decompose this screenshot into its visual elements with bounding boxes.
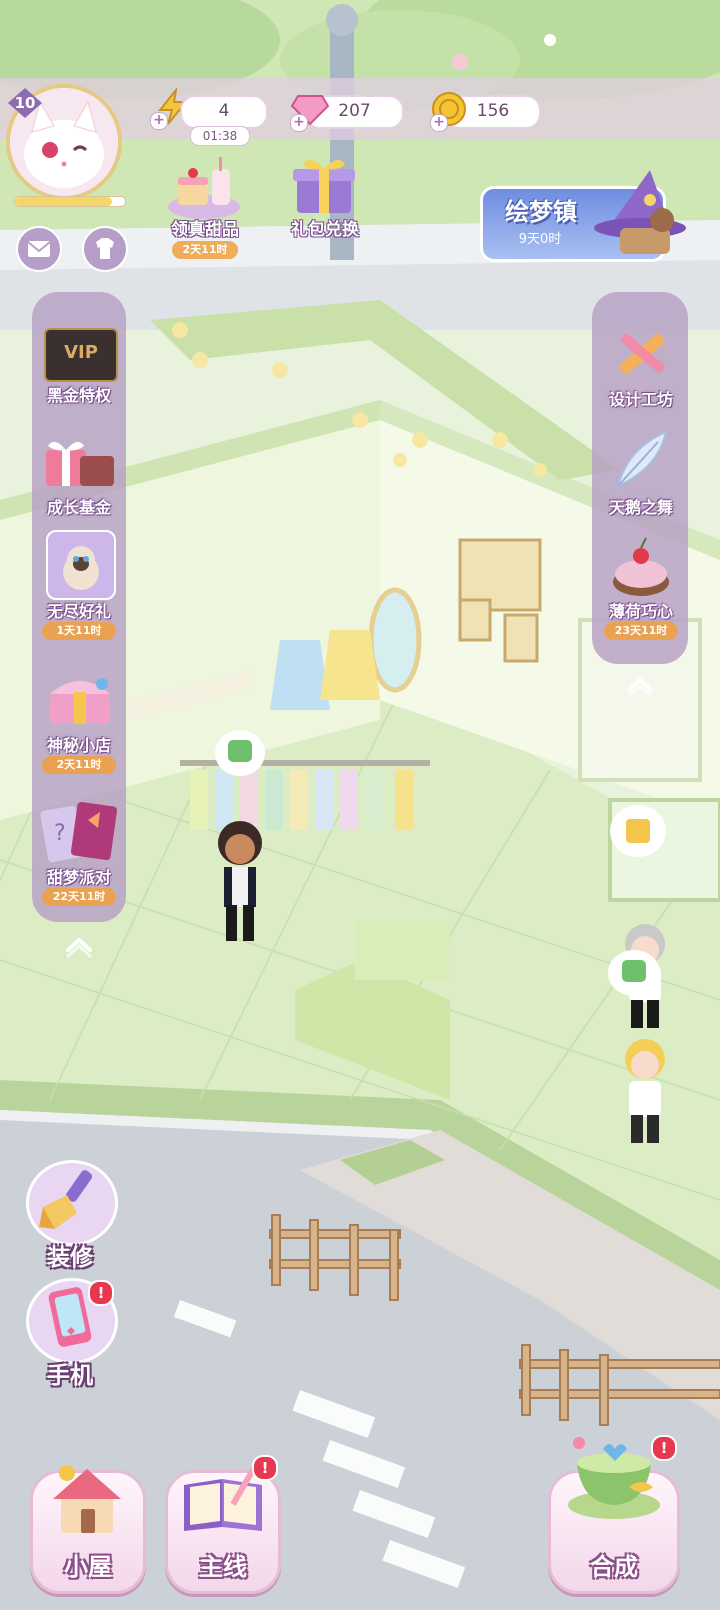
phone-button[interactable]: ! 手机 — [20, 1278, 120, 1390]
design-workshop-button[interactable]: 设计工坊 — [596, 318, 686, 414]
mail-icon — [27, 241, 51, 257]
chevron-up-icon-right — [627, 677, 653, 698]
decorate-label: 装修 — [47, 1245, 93, 1271]
design-workshop-label: 设计工坊 — [608, 390, 673, 409]
chevron-up-icon — [66, 937, 92, 958]
feather-icon — [608, 428, 674, 492]
merge-notification-badge: ! — [651, 1435, 677, 1461]
main-story-label: 主线 — [199, 1553, 247, 1581]
thought-bubble-dessert — [610, 805, 666, 857]
gem-plus-button[interactable]: + — [290, 114, 308, 132]
party-cards-icon: ? — [40, 798, 120, 864]
experience-bar — [14, 196, 126, 207]
customer-character-player[interactable] — [210, 815, 270, 945]
main-story-button[interactable]: ! 主线 — [165, 1455, 281, 1594]
experience-fill — [15, 197, 112, 206]
thought-bubble-shirt — [215, 730, 265, 776]
sweet-dream-party-label: 甜梦派对 — [46, 868, 111, 887]
merge-label: 合成 — [590, 1553, 638, 1581]
house-icon — [47, 1459, 127, 1539]
endless-gift-timer: 1天11时 — [42, 622, 116, 640]
sweet-dream-party-button[interactable]: ? 甜梦派对 22天11时 — [34, 796, 124, 912]
main-story-notification-badge: ! — [252, 1455, 278, 1481]
gift-boxes-icon — [40, 432, 120, 492]
black-gold-privilege-label: 黑金特权 — [46, 386, 111, 405]
endless-gift-button[interactable]: 无尽好礼 1天11时 — [34, 528, 124, 644]
dessert-event-button[interactable]: 领真甜品 2天11时 — [150, 145, 260, 265]
right-panel-collapse-button[interactable] — [623, 670, 657, 700]
vip-card-icon: VIP — [44, 328, 118, 382]
phone-notification-badge: ! — [88, 1280, 114, 1306]
dream-town-timer: 9天0时 — [518, 232, 562, 247]
vip-text: VIP — [64, 342, 98, 363]
wardrobe-button[interactable] — [82, 226, 128, 272]
gift-exchange-label: 礼包兑换 — [291, 220, 359, 240]
energy-value: 4 — [218, 101, 230, 121]
endless-gift-label: 无尽好礼 — [46, 602, 111, 621]
thought-bubble-shirt-2 — [608, 950, 660, 996]
phone-label: 手机 — [47, 1363, 93, 1389]
growth-fund-button[interactable]: 成长基金 — [34, 428, 124, 518]
left-panel-collapse-button[interactable] — [62, 930, 96, 960]
shirt-icon — [96, 238, 114, 259]
house-button[interactable]: 小屋 — [30, 1465, 146, 1594]
siamese-cat-icon — [46, 530, 116, 600]
merge-button[interactable]: ! 合成 — [548, 1435, 680, 1594]
paint-brush-icon — [39, 1170, 93, 1229]
gift-box-icon — [289, 153, 359, 215]
coin-plus-button[interactable]: + — [430, 114, 448, 132]
dessert-event-timer: 2天11时 — [172, 241, 238, 259]
decorate-icon-bg — [26, 1160, 118, 1246]
mystery-shop-label: 神秘小店 — [46, 736, 111, 755]
sweet-dream-party-timer: 22天11时 — [42, 888, 116, 906]
swan-dance-button[interactable]: 天鹅之舞 — [596, 424, 686, 520]
dessert-event-label: 领真甜品 — [171, 220, 239, 240]
black-gold-privilege-button[interactable]: VIP 黑金特权 — [34, 320, 124, 410]
energy-timer: 01:38 — [190, 126, 250, 146]
player-avatar-sprite — [218, 821, 262, 941]
growth-fund-label: 成长基金 — [46, 498, 111, 517]
mystery-shop-timer: 2天11时 — [42, 756, 116, 774]
npc-sprite-2 — [625, 1039, 665, 1143]
swan-dance-label: 天鹅之舞 — [608, 498, 673, 517]
player-avatar[interactable]: 10 — [6, 84, 126, 210]
dream-town-label: 绘梦镇 — [505, 198, 577, 226]
energy-plus-button[interactable]: + — [150, 112, 168, 130]
mint-chocolate-button[interactable]: 薄荷巧心 23天11时 — [596, 534, 686, 650]
mint-chocolate-timer: 23天11时 — [604, 622, 678, 640]
treasure-chest-icon — [42, 668, 118, 730]
ruler-pencil-icon — [608, 322, 674, 382]
svg-text:?: ? — [54, 821, 66, 846]
dream-town-banner[interactable]: 绘梦镇 9天0时 — [470, 170, 690, 266]
dessert-cake-icon — [164, 155, 244, 221]
mint-chocolate-label: 薄荷巧心 — [608, 602, 673, 621]
decorate-button[interactable]: 装修 — [20, 1160, 120, 1271]
gift-exchange-button[interactable]: 礼包兑换 — [275, 145, 375, 245]
house-label: 小屋 — [64, 1553, 112, 1581]
mystery-shop-button[interactable]: 神秘小店 2天11时 — [34, 664, 124, 780]
donut-cake-icon — [608, 536, 674, 600]
witch-hat-icon — [590, 166, 690, 262]
energy-counter: 4 — [180, 95, 268, 129]
mail-button[interactable] — [16, 226, 62, 272]
npc-character-blonde[interactable] — [615, 1035, 675, 1145]
